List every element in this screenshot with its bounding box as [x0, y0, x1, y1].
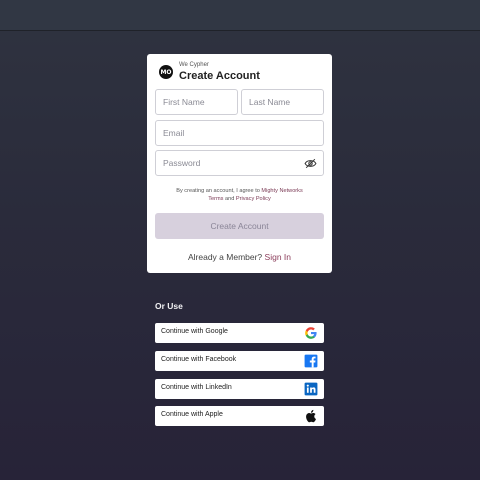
terms-link[interactable]: Terms: [208, 196, 223, 202]
google-icon: [304, 326, 318, 340]
facebook-icon: [304, 354, 318, 368]
terms-and: and: [223, 196, 236, 202]
password-input[interactable]: [155, 150, 324, 176]
social-button-label: Continue with LinkedIn: [161, 384, 232, 391]
create-account-button[interactable]: Create Account: [155, 213, 324, 239]
mighty-networks-link[interactable]: Mighty Networks: [261, 188, 302, 194]
social-button-label: Continue with Google: [161, 328, 228, 335]
social-button-label: Continue with Facebook: [161, 356, 237, 363]
first-name-input[interactable]: [155, 89, 238, 115]
continue-with-apple-button[interactable]: Continue with Apple: [155, 406, 324, 426]
page-title: Create Account: [179, 70, 260, 82]
continue-with-linkedin-button[interactable]: Continue with LinkedIn: [155, 379, 324, 399]
social-button-label: Continue with Apple: [161, 411, 223, 418]
terms-prefix: By creating an account, I agree to: [176, 188, 262, 194]
apple-icon: [304, 409, 318, 423]
already-member-text: Already a Member?: [187, 252, 265, 262]
email-input[interactable]: [155, 120, 324, 146]
terms-text: By creating an account, I agree to Might…: [163, 187, 316, 203]
linkedin-icon: [304, 382, 318, 396]
eye-slash-icon[interactable]: [303, 156, 317, 170]
sign-in-prompt: Already a Member? Sign In: [147, 252, 332, 262]
last-name-input[interactable]: [241, 89, 324, 115]
continue-with-facebook-button[interactable]: Continue with Facebook: [155, 351, 324, 371]
sign-in-link[interactable]: Sign In: [265, 252, 291, 262]
privacy-policy-link[interactable]: Privacy Policy: [236, 196, 271, 202]
network-name: We Cypher: [179, 62, 209, 68]
network-logo: MO: [159, 65, 173, 79]
create-account-card: MO We Cypher Create Account By creating …: [147, 54, 332, 273]
or-use-heading: Or Use: [155, 301, 183, 311]
continue-with-google-button[interactable]: Continue with Google: [155, 323, 324, 343]
top-bar: [0, 0, 480, 31]
